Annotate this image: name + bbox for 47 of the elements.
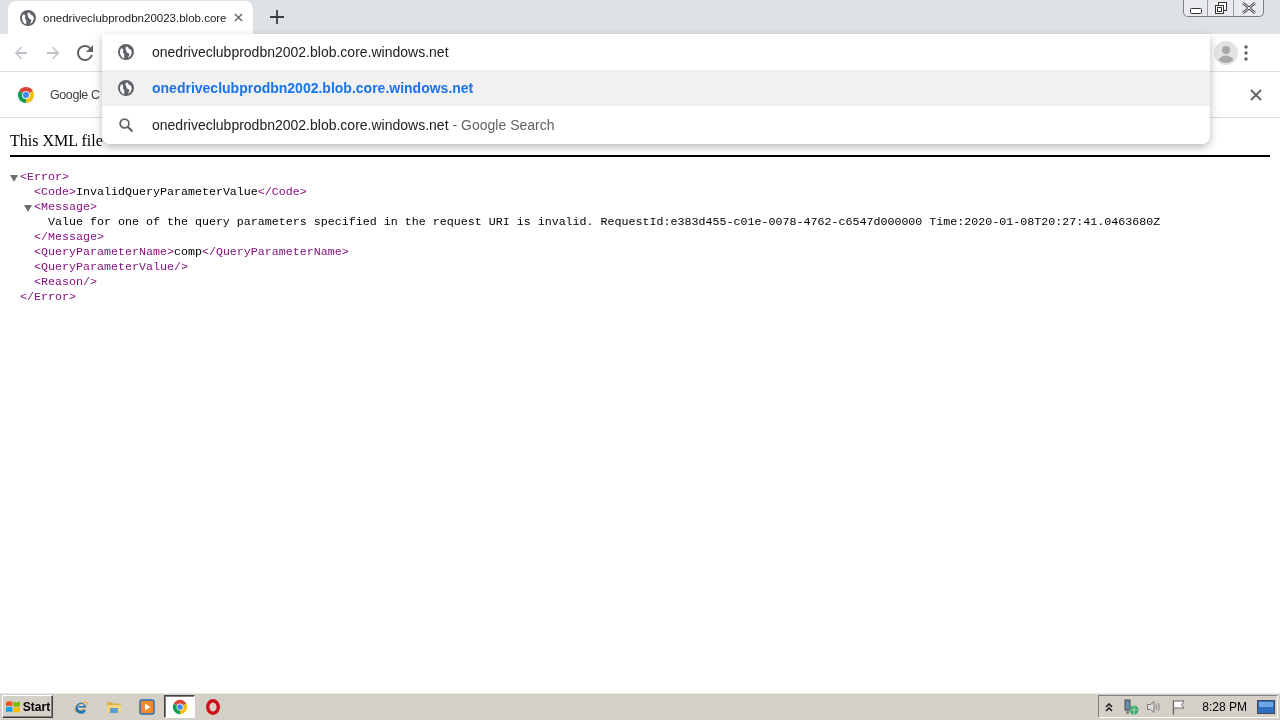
letter-o-icon [204, 698, 221, 715]
xml-line: </Error> [19, 290, 76, 305]
xml-line: <Code>InvalidQueryParameterValue</Code> [33, 185, 307, 200]
close-icon [1250, 88, 1262, 101]
globe-icon [118, 44, 134, 60]
close-icon [234, 13, 243, 22]
monitor-icon[interactable] [1257, 699, 1275, 714]
speaker-icon[interactable] [1146, 698, 1163, 715]
xml-line: </Message> [33, 230, 104, 245]
xml-line: <QueryParameterValue/> [33, 260, 188, 275]
reload-icon [77, 44, 93, 61]
xml-line: <Error> [20, 170, 69, 185]
disclosure-triangle-icon[interactable] [24, 203, 32, 212]
xml-line: <Message> [34, 200, 97, 215]
flag-icon[interactable] [1171, 698, 1188, 715]
suggestion-item[interactable]: onedriveclubprodbn2002.blob.core.windows.net - Google Search [102, 106, 1210, 144]
browser-logo-icon [171, 698, 188, 715]
chevron-up-icon[interactable] [1104, 700, 1115, 713]
arrow-left-icon [13, 44, 29, 61]
more-menu-icon [1244, 44, 1248, 61]
suggestion-item[interactable]: onedriveclubprodbn2002.blob.core.windows.net [102, 70, 1210, 106]
taskbar-button[interactable] [164, 695, 195, 718]
arrow-right-icon [45, 44, 61, 61]
browser-tab[interactable]: onedriveclubprodbn20023.blob.core [8, 1, 253, 34]
avatar-icon [1214, 40, 1238, 65]
disclosure-triangle-icon[interactable] [10, 173, 18, 182]
clock-text: 8:28 PM [1202, 699, 1247, 714]
globe-icon [118, 80, 134, 96]
close-icon [1241, 2, 1256, 14]
network-icon[interactable] [1123, 698, 1140, 715]
minimize-icon [1189, 8, 1202, 14]
infobar-text: Google C [50, 87, 100, 102]
start-button[interactable]: Start [2, 695, 53, 718]
new-tab-button[interactable] [269, 10, 284, 24]
xml-line: <Reason/> [33, 275, 97, 290]
address-field[interactable]: onedriveclubprodbn2002.blob.core.windows.net [152, 42, 1182, 62]
browser-logo-icon [17, 85, 35, 104]
plus-icon [269, 10, 284, 24]
infobar-close-button[interactable] [1250, 88, 1262, 101]
xml-line: <QueryParameterName>comp</QueryParameterName> [33, 245, 349, 260]
search-icon [118, 117, 134, 133]
xml-text: Value for one of the query parameters specified in the request URI is invalid. RequestId:e383d455-c01e-0078-4762-c6547d000000 Time:2020-01-08T20:27:41.0463680Z [47, 215, 1161, 230]
globe-icon [20, 9, 36, 26]
restore-icon [1214, 2, 1227, 14]
play-icon [138, 698, 155, 715]
window-flag-icon [4, 698, 21, 715]
xml-notice-text: This XML file [10, 132, 103, 150]
